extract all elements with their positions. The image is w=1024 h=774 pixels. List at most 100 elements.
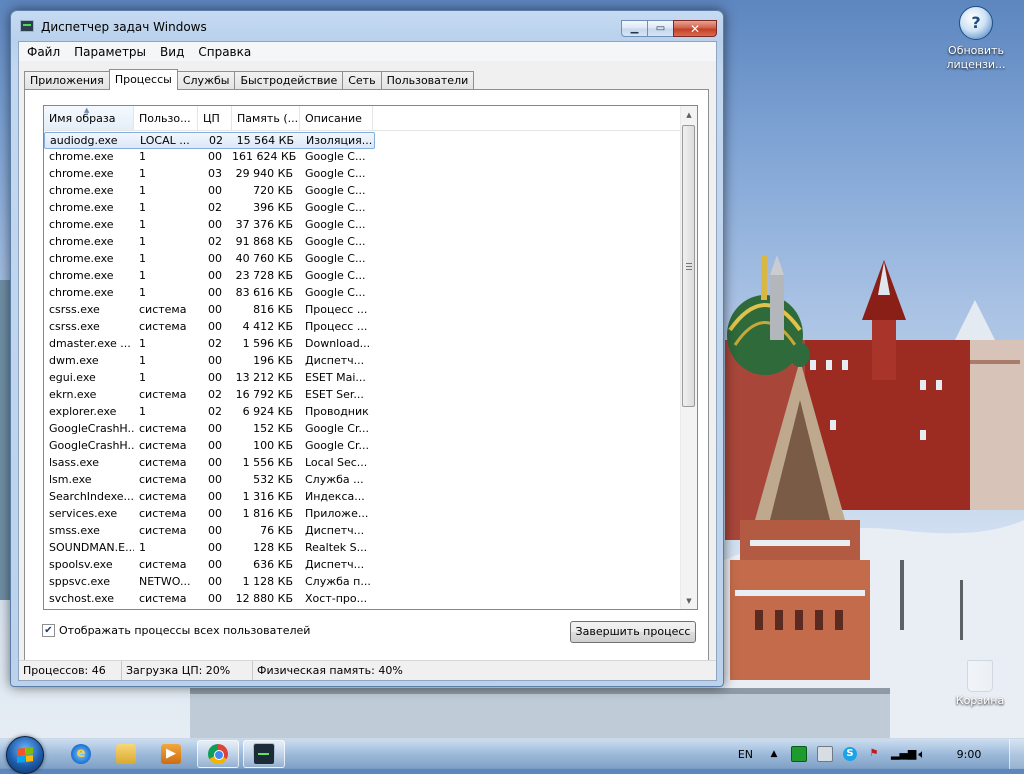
process-description: Процесс ... — [305, 320, 368, 333]
process-user: 1 — [139, 150, 146, 163]
volume-icon[interactable]: 🔈︎ — [915, 747, 929, 761]
tab-performance[interactable]: Быстродействие — [234, 71, 344, 89]
action-center-flag-icon[interactable]: ⚑ — [867, 747, 881, 761]
process-description: Google C... — [305, 218, 366, 231]
green-status-icon[interactable] — [791, 746, 807, 762]
process-row[interactable]: csrss.exe система 00 4 412 КБ Процесс ... — [44, 319, 682, 336]
process-row[interactable]: svchost.exe система 00 12 880 КБ Хост-про... — [44, 591, 682, 608]
process-row[interactable]: GoogleCrashH... система 00 152 КБ Google Cr.… — [44, 421, 682, 438]
desktop-shortcut-update-license[interactable]: ? Обновить лицензи... — [936, 6, 1016, 72]
process-row-cells: chrome.exe 1 02 396 КБ Google C... — [44, 200, 373, 217]
process-memory: 128 КБ — [253, 541, 293, 554]
process-row[interactable]: sppsvc.exe NETWO... 00 1 128 КБ Служба п... — [44, 574, 682, 591]
process-row[interactable]: csrss.exe система 00 816 КБ Процесс ... — [44, 302, 682, 319]
process-cpu: 00 — [208, 252, 222, 265]
process-row[interactable]: chrome.exe 1 00 83 616 КБ Google C... — [44, 285, 682, 302]
taskbar: e ▶ EN ▲ S ⚑ ▂▄▆ 🔈︎ 9:00 — [0, 736, 1024, 774]
process-description: Хост-про... — [305, 592, 368, 605]
skype-icon[interactable]: S — [843, 747, 857, 761]
process-row[interactable]: ekrn.exe система 02 16 792 КБ ESET Ser... — [44, 387, 682, 404]
column-cpu[interactable]: ЦП — [198, 106, 232, 130]
system-tray: EN ▲ S ⚑ ▂▄▆ 🔈︎ 9:00 — [738, 739, 1024, 769]
end-process-button[interactable]: Завершить процесс — [570, 621, 696, 643]
tab-users[interactable]: Пользователи — [380, 71, 475, 89]
process-description: Google C... — [305, 150, 366, 163]
taskbar-task-manager[interactable] — [243, 740, 285, 768]
process-name: GoogleCrashH... — [49, 422, 134, 435]
tab-applications[interactable]: Приложения — [24, 71, 110, 89]
column-user[interactable]: Пользо... — [134, 106, 198, 130]
column-image-name[interactable]: ▲ Имя образа — [44, 106, 134, 130]
process-row[interactable]: chrome.exe 1 02 396 КБ Google C... — [44, 200, 682, 217]
taskbar-media-player[interactable]: ▶ — [150, 740, 192, 768]
recycle-bin[interactable]: Корзина — [940, 660, 1020, 707]
vertical-scrollbar[interactable]: ▲ ▼ — [680, 106, 697, 609]
process-cpu: 00 — [208, 524, 222, 537]
process-row[interactable]: spoolsv.exe система 00 636 КБ Диспетч... — [44, 557, 682, 574]
column-cpu-label: ЦП — [203, 112, 220, 125]
title-bar[interactable]: Диспетчер задач Windows ▁ ▭ ✕ — [11, 11, 723, 41]
column-description[interactable]: Описание — [300, 106, 373, 130]
process-row[interactable]: GoogleCrashH... система 00 100 КБ Google Cr.… — [44, 438, 682, 455]
tab-services[interactable]: Службы — [176, 71, 236, 89]
process-cpu: 00 — [208, 218, 222, 231]
menu-options[interactable]: Параметры — [67, 42, 153, 61]
network-signal-icon[interactable]: ▂▄▆ — [891, 747, 916, 761]
menu-file[interactable]: Файл — [20, 42, 67, 61]
process-row[interactable]: services.exe система 00 1 816 КБ Приложе... — [44, 506, 682, 523]
tab-processes[interactable]: Процессы — [108, 69, 178, 90]
process-row[interactable]: dmaster.exe ... 1 02 1 596 КБ Download... — [44, 336, 682, 353]
process-row[interactable]: chrome.exe 1 03 29 940 КБ Google C... — [44, 166, 682, 183]
taskbar-chrome[interactable] — [197, 740, 239, 768]
language-indicator[interactable]: EN — [738, 748, 753, 761]
process-row[interactable]: chrome.exe 1 00 37 376 КБ Google C... — [44, 217, 682, 234]
process-row[interactable]: explorer.exe 1 02 6 924 КБ Проводник — [44, 404, 682, 421]
window-title: Диспетчер задач Windows — [41, 20, 207, 34]
show-all-users-checkbox[interactable]: ✔ — [42, 624, 55, 637]
taskbar-explorer[interactable] — [105, 740, 147, 768]
process-row[interactable]: chrome.exe 1 00 40 760 КБ Google C... — [44, 251, 682, 268]
taskbar-internet-explorer[interactable]: e — [60, 740, 102, 768]
process-row[interactable]: audiodg.exe LOCAL ... 02 15 564 КБ Изоляция.… — [44, 132, 682, 149]
process-row[interactable]: egui.exe 1 00 13 212 КБ ESET Mai... — [44, 370, 682, 387]
window-app-icon[interactable] — [817, 746, 833, 762]
sort-ascending-icon: ▲ — [84, 106, 90, 114]
process-name: chrome.exe — [49, 269, 114, 282]
process-row[interactable]: SearchIndexe... система 00 1 316 КБ Индекса.… — [44, 489, 682, 506]
process-row-cells: svchost.exe система 00 12 880 КБ Хост-про... — [44, 591, 373, 608]
process-row[interactable]: chrome.exe 1 00 23 728 КБ Google C... — [44, 268, 682, 285]
maximize-button[interactable]: ▭ — [647, 20, 673, 37]
chrome-icon — [208, 744, 228, 764]
show-desktop-button[interactable] — [1009, 739, 1024, 769]
process-row[interactable]: lsm.exe система 00 532 КБ Служба ... — [44, 472, 682, 489]
scroll-down-arrow-icon[interactable]: ▼ — [681, 592, 697, 609]
show-hidden-icons-icon[interactable]: ▲ — [767, 747, 781, 761]
process-memory: 83 616 КБ — [235, 286, 293, 299]
process-memory: 1 316 КБ — [242, 490, 293, 503]
process-row[interactable]: SOUNDMAN.E... 1 00 128 КБ Realtek S... — [44, 540, 682, 557]
process-row[interactable]: smss.exe система 00 76 КБ Диспетч... — [44, 523, 682, 540]
menu-view[interactable]: Вид — [153, 42, 191, 61]
minimize-button[interactable]: ▁ — [621, 20, 647, 37]
tab-networking[interactable]: Сеть — [342, 71, 382, 89]
column-memory[interactable]: Память (... — [232, 106, 300, 130]
process-row[interactable]: chrome.exe 1 02 91 868 КБ Google C... — [44, 234, 682, 251]
process-row-cells: lsass.exe система 00 1 556 КБ Local Sec... — [44, 455, 373, 472]
clock[interactable]: 9:00 — [939, 748, 999, 761]
process-name: csrss.exe — [49, 303, 100, 316]
process-row[interactable]: lsass.exe система 00 1 556 КБ Local Sec... — [44, 455, 682, 472]
process-list[interactable]: ▲ Имя образа Пользо... ЦП Память (... Оп… — [43, 105, 698, 610]
process-row[interactable]: chrome.exe 1 00 720 КБ Google C... — [44, 183, 682, 200]
scroll-up-arrow-icon[interactable]: ▲ — [681, 106, 697, 123]
scrollbar-thumb[interactable] — [682, 125, 695, 407]
process-memory: 16 792 КБ — [235, 388, 293, 401]
menu-help[interactable]: Справка — [191, 42, 258, 61]
process-cpu: 00 — [208, 490, 222, 503]
process-row[interactable]: dwm.exe 1 00 196 КБ Диспетч... — [44, 353, 682, 370]
show-all-users-option[interactable]: ✔ Отображать процессы всех пользователей — [42, 624, 310, 637]
start-button[interactable] — [6, 736, 44, 774]
folder-icon — [116, 744, 136, 764]
process-row-cells: GoogleCrashH... система 00 100 КБ Google Cr.… — [44, 438, 373, 455]
process-row[interactable]: chrome.exe 1 00 161 624 КБ Google C... — [44, 149, 682, 166]
close-button[interactable]: ✕ — [673, 20, 717, 37]
